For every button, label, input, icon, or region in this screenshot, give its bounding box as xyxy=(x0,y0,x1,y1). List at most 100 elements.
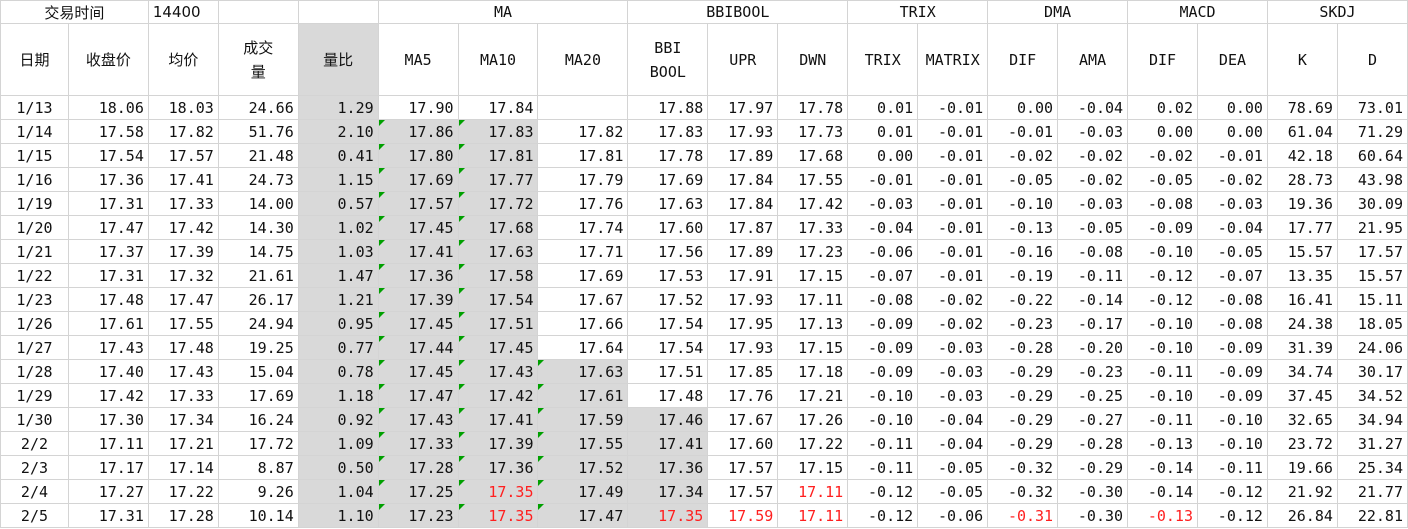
cell-bbi-bool[interactable]: 17.41 xyxy=(627,431,709,456)
cell-date[interactable]: 2/3 xyxy=(0,455,69,480)
cell-macd-dif[interactable]: 0.02 xyxy=(1127,95,1198,120)
cell-date[interactable]: 1/14 xyxy=(0,119,69,144)
cell-ma20[interactable]: 17.71 xyxy=(537,239,629,264)
cell-ma10[interactable]: 17.35 xyxy=(457,479,539,504)
cell-dea[interactable]: -0.09 xyxy=(1197,383,1268,408)
cell-dwn[interactable]: 17.21 xyxy=(777,383,849,408)
cell-volume[interactable]: 19.25 xyxy=(217,335,299,360)
cell-dea[interactable]: -0.04 xyxy=(1197,215,1268,240)
col-header-bbi-bool[interactable]: BBI BOOL xyxy=(627,23,709,96)
cell-ma10[interactable]: 17.68 xyxy=(457,215,539,240)
cell-matrix[interactable]: -0.01 xyxy=(917,119,989,144)
col-header-d[interactable]: D xyxy=(1336,23,1408,96)
cell-dma-dif[interactable]: -0.13 xyxy=(987,215,1059,240)
cell-dma-dif[interactable]: -0.02 xyxy=(987,143,1059,168)
cell-trix[interactable]: -0.11 xyxy=(847,431,919,456)
cell-macd-dif[interactable]: -0.12 xyxy=(1127,263,1198,288)
col-header-close[interactable]: 收盘价 xyxy=(67,23,149,96)
cell-close[interactable]: 17.61 xyxy=(67,311,149,336)
cell-trix[interactable]: -0.12 xyxy=(847,479,919,504)
cell-ma10[interactable]: 17.51 xyxy=(457,311,539,336)
cell-ma20[interactable]: 17.47 xyxy=(537,503,629,528)
col-header-ma10[interactable]: MA10 xyxy=(457,23,539,96)
cell-ma10[interactable]: 17.43 xyxy=(457,359,539,384)
cell-matrix[interactable]: -0.01 xyxy=(917,215,989,240)
cell-volume[interactable]: 9.26 xyxy=(217,479,299,504)
cell-ma5[interactable]: 17.23 xyxy=(377,503,459,528)
cell-ma10[interactable]: 17.81 xyxy=(457,143,539,168)
cell-date[interactable]: 1/19 xyxy=(0,191,69,216)
cell-ma20[interactable]: 17.52 xyxy=(537,455,629,480)
cell-dwn[interactable]: 17.15 xyxy=(777,335,849,360)
cell-dma-dif[interactable]: -0.32 xyxy=(987,455,1059,480)
cell-dwn[interactable]: 17.33 xyxy=(777,215,849,240)
cell-avg-price[interactable]: 17.21 xyxy=(147,431,219,456)
cell-dwn[interactable]: 17.42 xyxy=(777,191,849,216)
cell-upr[interactable]: 17.84 xyxy=(707,167,779,192)
cell-close[interactable]: 17.54 xyxy=(67,143,149,168)
cell-ma5[interactable]: 17.41 xyxy=(377,239,459,264)
cell-ma20[interactable]: 17.63 xyxy=(537,359,629,384)
trade-time-label[interactable]: 交易时间 xyxy=(0,0,149,24)
cell-k[interactable]: 16.41 xyxy=(1266,287,1338,312)
cell-dwn[interactable]: 17.78 xyxy=(777,95,849,120)
cell-date[interactable]: 1/16 xyxy=(0,167,69,192)
cell-bbi-bool[interactable]: 17.52 xyxy=(627,287,709,312)
cell-ma5[interactable]: 17.69 xyxy=(377,167,459,192)
cell-dwn[interactable]: 17.26 xyxy=(777,407,849,432)
cell-date[interactable]: 2/4 xyxy=(0,479,69,504)
cell-avg-price[interactable]: 17.48 xyxy=(147,335,219,360)
cell-trix[interactable]: -0.01 xyxy=(847,167,919,192)
cell-ma5[interactable]: 17.44 xyxy=(377,335,459,360)
cell-trix[interactable]: 0.01 xyxy=(847,95,919,120)
cell-trix[interactable]: -0.03 xyxy=(847,191,919,216)
cell-ma20[interactable]: 17.55 xyxy=(537,431,629,456)
cell-ma10[interactable]: 17.35 xyxy=(457,503,539,528)
cell-ma10[interactable]: 17.83 xyxy=(457,119,539,144)
cell-avg-price[interactable]: 18.03 xyxy=(147,95,219,120)
cell-dma-dif[interactable]: -0.28 xyxy=(987,335,1059,360)
cell-ama[interactable]: -0.20 xyxy=(1057,335,1129,360)
cell-d[interactable]: 21.77 xyxy=(1336,479,1408,504)
cell-matrix[interactable]: -0.05 xyxy=(917,479,989,504)
cell-dwn[interactable]: 17.73 xyxy=(777,119,849,144)
cell-d[interactable]: 34.94 xyxy=(1336,407,1408,432)
cell-ma20[interactable]: 17.64 xyxy=(537,335,629,360)
cell-volume[interactable]: 16.24 xyxy=(217,407,299,432)
group-dma[interactable]: DMA xyxy=(987,0,1129,24)
cell-upr[interactable]: 17.84 xyxy=(707,191,779,216)
cell-ama[interactable]: -0.27 xyxy=(1057,407,1129,432)
cell-matrix[interactable]: -0.01 xyxy=(917,191,989,216)
cell-matrix[interactable]: -0.01 xyxy=(917,239,989,264)
cell-dma-dif[interactable]: 0.00 xyxy=(987,95,1059,120)
cell-volume-ratio[interactable]: 1.47 xyxy=(297,263,379,288)
cell-volume-ratio[interactable]: 0.78 xyxy=(297,359,379,384)
cell-bbi-bool[interactable]: 17.56 xyxy=(627,239,709,264)
cell-upr[interactable]: 17.89 xyxy=(707,143,779,168)
cell-close[interactable]: 17.31 xyxy=(67,263,149,288)
cell-matrix[interactable]: -0.01 xyxy=(917,263,989,288)
cell-bbi-bool[interactable]: 17.46 xyxy=(627,407,709,432)
cell-volume-ratio[interactable]: 1.15 xyxy=(297,167,379,192)
cell-macd-dif[interactable]: -0.11 xyxy=(1127,407,1198,432)
cell-k[interactable]: 61.04 xyxy=(1266,119,1338,144)
cell-d[interactable]: 21.95 xyxy=(1336,215,1408,240)
cell-bbi-bool[interactable]: 17.54 xyxy=(627,335,709,360)
cell-ama[interactable]: -0.08 xyxy=(1057,239,1129,264)
cell-k[interactable]: 23.72 xyxy=(1266,431,1338,456)
cell-ma5[interactable]: 17.25 xyxy=(377,479,459,504)
cell-ama[interactable]: -0.03 xyxy=(1057,191,1129,216)
cell-volume[interactable]: 24.73 xyxy=(217,167,299,192)
cell-dea[interactable]: -0.09 xyxy=(1197,359,1268,384)
cell-trix[interactable]: 0.01 xyxy=(847,119,919,144)
cell-volume[interactable]: 26.17 xyxy=(217,287,299,312)
cell-date[interactable]: 1/30 xyxy=(0,407,69,432)
cell-close[interactable]: 17.31 xyxy=(67,191,149,216)
cell-k[interactable]: 42.18 xyxy=(1266,143,1338,168)
cell-ma20[interactable]: 17.82 xyxy=(537,119,629,144)
cell-k[interactable]: 31.39 xyxy=(1266,335,1338,360)
col-header-dea[interactable]: DEA xyxy=(1197,23,1268,96)
cell-volume-ratio[interactable]: 1.29 xyxy=(297,95,379,120)
group-trix[interactable]: TRIX xyxy=(847,0,989,24)
cell-dwn[interactable]: 17.11 xyxy=(777,287,849,312)
